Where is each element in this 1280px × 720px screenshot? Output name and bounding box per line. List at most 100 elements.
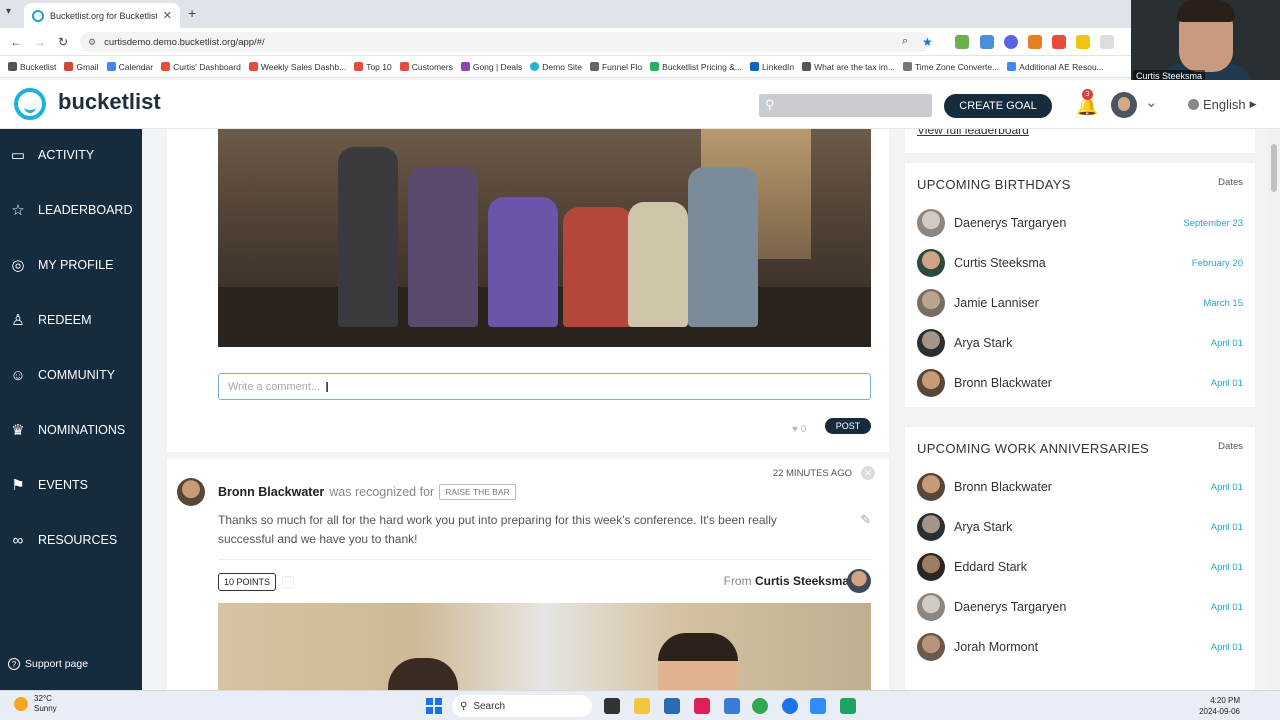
scrollbar-thumb[interactable] <box>1271 144 1277 192</box>
person-name: Daenerys Targaryen <box>954 216 1067 230</box>
bookmark-item[interactable]: LinkedIn <box>750 62 794 72</box>
list-item[interactable]: Jorah Mormont April 01 <box>917 632 1243 662</box>
dates-label: Dates <box>1218 177 1243 188</box>
edit-icon[interactable]: ✎ <box>860 512 871 528</box>
create-goal-button[interactable]: CREATE GOAL <box>944 94 1052 118</box>
sidebar-item-my-profile[interactable]: ◎ MY PROFILE <box>0 250 142 280</box>
post-timestamp: 22 MINUTES AGO <box>772 468 852 479</box>
chrome-profile-icon[interactable] <box>782 698 798 714</box>
list-item[interactable]: Curtis Steeksma February 20 <box>917 248 1243 278</box>
bookmark-item[interactable]: Gong | Deals <box>460 62 522 72</box>
person-name: Daenerys Targaryen <box>954 600 1067 614</box>
bookmark-item[interactable]: Demo Site <box>530 62 582 72</box>
bookmark-item[interactable]: Top 10 <box>354 62 392 72</box>
close-tab-icon[interactable]: ✕ <box>163 9 172 22</box>
list-item[interactable]: Daenerys Targaryen September 23 <box>917 208 1243 238</box>
bookmark-item[interactable]: What are the tax im... <box>802 62 895 72</box>
extension-icon[interactable] <box>1004 35 1018 49</box>
support-page-link[interactable]: ? Support page <box>8 658 88 670</box>
bookmark-item[interactable]: Gmail <box>64 62 99 72</box>
tab-list-icon[interactable]: ▾ <box>6 6 11 17</box>
sidebar-item-nominations[interactable]: ♛ NOMINATIONS <box>0 415 142 445</box>
bookmark-item[interactable]: Time Zone Converte... <box>902 62 999 72</box>
extension-icon[interactable] <box>1076 35 1090 49</box>
search-input[interactable]: ⚲ <box>759 94 932 117</box>
extensions-puzzle-icon[interactable] <box>1100 35 1114 49</box>
chevron-down-icon[interactable]: ⌄ <box>1145 93 1158 111</box>
zoom-icon[interactable] <box>810 698 826 714</box>
windows-taskbar: 32°C Sunny ⚲ Search 4:20 PM 2024-09-06 <box>0 690 1280 720</box>
url-field[interactable]: ⚙ curtisdemo.demo.bucketlist.org/app/#/ <box>80 32 930 52</box>
language-selector[interactable]: English ▶ <box>1188 97 1257 112</box>
sidebar-item-redeem[interactable]: ♙ REDEEM <box>0 305 142 335</box>
file-explorer-icon[interactable] <box>634 698 650 714</box>
new-tab-icon[interactable]: + <box>188 5 196 21</box>
bookmark-item[interactable]: Calendar <box>106 62 153 72</box>
scrollbar[interactable] <box>1268 129 1280 690</box>
anniversaries-card: UPCOMING WORK ANNIVERSARIES Dates Bronn … <box>905 427 1255 690</box>
avatar <box>917 553 945 581</box>
person-name: Bronn Blackwater <box>954 480 1052 494</box>
forward-icon[interactable]: → <box>34 35 46 49</box>
bookmark-item[interactable]: Additional AE Resou... <box>1007 62 1104 72</box>
sidebar-item-label: REDEEM <box>38 313 92 327</box>
sender-name[interactable]: Curtis Steeksma <box>755 574 849 588</box>
bookmark-item[interactable]: Customers <box>399 62 453 72</box>
bookmark-item[interactable]: Bucketlist <box>8 62 56 72</box>
sidebar-item-activity[interactable]: ▭ ACTIVITY <box>0 140 142 170</box>
bookmark-star-icon[interactable]: ★ <box>922 35 933 49</box>
extension-icon[interactable] <box>980 35 994 49</box>
bucketlist-logo-icon[interactable] <box>14 88 46 120</box>
list-item[interactable]: Daenerys Targaryen April 01 <box>917 592 1243 622</box>
sidebar-item-label: ACTIVITY <box>38 148 95 162</box>
list-item[interactable]: Bronn Blackwater April 01 <box>917 368 1243 398</box>
list-item[interactable]: Arya Stark April 01 <box>917 328 1243 358</box>
system-clock[interactable]: 4:20 PM 2024-09-06 <box>1199 695 1240 717</box>
logo-text[interactable]: bucketlist <box>58 89 161 115</box>
sheets-icon <box>650 62 660 71</box>
bookmark-item[interactable]: Bucketlist Pricing &... <box>650 62 742 72</box>
avatar[interactable] <box>177 478 205 506</box>
back-icon[interactable]: ← <box>10 35 22 49</box>
close-icon[interactable]: ✕ <box>861 466 875 480</box>
extension-icon[interactable] <box>955 35 969 49</box>
site-info-icon[interactable]: ⚙ <box>88 37 96 48</box>
chrome-icon[interactable] <box>752 698 768 714</box>
store-icon[interactable] <box>664 698 680 714</box>
task-view-icon[interactable] <box>604 698 620 714</box>
list-item[interactable]: Eddard Stark April 01 <box>917 552 1243 582</box>
bookmark-item[interactable]: Weekly Sales Dashb... <box>248 62 346 72</box>
list-item[interactable]: Bronn Blackwater April 01 <box>917 472 1243 502</box>
sidebar-item-events[interactable]: ⚑ EVENTS <box>0 470 142 500</box>
sidebar-item-leaderboard[interactable]: ☆ LEADERBOARD <box>0 195 142 225</box>
sidebar-item-resources[interactable]: ∞ RESOURCES <box>0 525 142 555</box>
recipient-name[interactable]: Bronn Blackwater <box>218 485 324 499</box>
sidebar-item-community[interactable]: ☺ COMMUNITY <box>0 360 142 390</box>
avatar[interactable] <box>847 569 871 593</box>
avatar[interactable] <box>1111 92 1137 118</box>
zoom-icon[interactable]: ⌕ <box>902 35 908 48</box>
avatar <box>917 329 945 357</box>
post-button[interactable]: POST <box>825 418 871 434</box>
view-leaderboard-link[interactable]: View full leaderboard <box>917 129 1029 137</box>
extension-icon[interactable] <box>1052 35 1066 49</box>
app-icon[interactable] <box>724 698 740 714</box>
like-count[interactable]: ♥ 0 <box>792 424 806 435</box>
browser-tab[interactable]: Bucketlist.org for Bucketlist Re ✕ <box>24 3 180 28</box>
excel-icon[interactable] <box>840 698 856 714</box>
divider <box>218 559 871 560</box>
reload-icon[interactable]: ↻ <box>58 35 68 49</box>
photo-person <box>688 167 758 327</box>
person-name: Jamie Lanniser <box>954 296 1039 310</box>
weather-widget[interactable]: 32°C Sunny <box>14 694 57 714</box>
list-item[interactable]: Jamie Lanniser March 15 <box>917 288 1243 318</box>
windows-start-icon[interactable] <box>426 698 442 714</box>
language-label: English <box>1203 97 1246 112</box>
comment-input[interactable]: Write a comment... <box>218 373 871 400</box>
extension-icon[interactable] <box>1028 35 1042 49</box>
slack-icon[interactable] <box>694 698 710 714</box>
bookmark-item[interactable]: Funnel Flo <box>589 62 642 72</box>
bookmark-item[interactable]: Curtis' Dashboard <box>161 62 241 72</box>
taskbar-search[interactable]: ⚲ Search <box>452 695 592 717</box>
list-item[interactable]: Arya Stark April 01 <box>917 512 1243 542</box>
